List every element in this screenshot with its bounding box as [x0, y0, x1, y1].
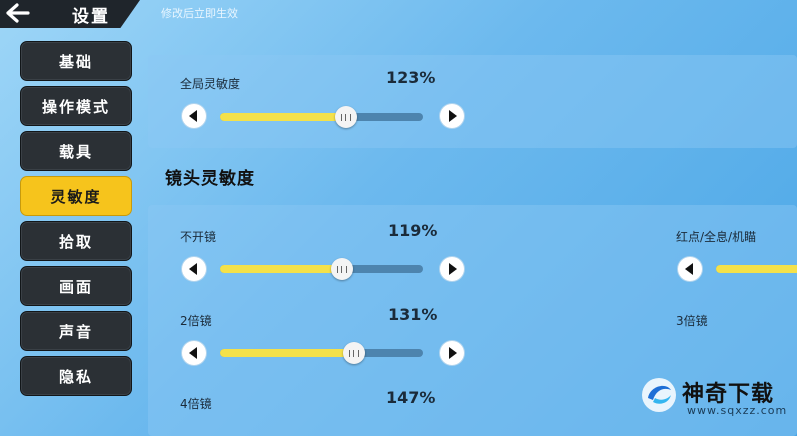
slider-fill [716, 265, 797, 273]
scope-2x-value: 131% [388, 305, 438, 324]
scope-2x-label: 2倍镜 [180, 314, 212, 328]
global-sensitivity-label: 全局灵敏度 [180, 77, 241, 91]
scope-2x-slider[interactable] [220, 342, 423, 364]
slider-fill [220, 349, 354, 357]
grip-icon [337, 265, 347, 273]
camera-section-title: 镜头灵敏度 [165, 169, 255, 189]
sidebar-item-vehicle[interactable]: 载具 [20, 131, 132, 171]
scope-4x-value: 147% [386, 388, 436, 407]
scope-2x-increase-button[interactable] [440, 341, 464, 365]
no-scope-value: 119% [388, 221, 438, 240]
grip-icon [341, 113, 351, 121]
scope-3x-label: 3倍镜 [676, 314, 708, 328]
no-scope-slider[interactable] [220, 258, 423, 280]
global-sensitivity-panel [148, 55, 797, 148]
chevron-right-icon [449, 110, 457, 122]
sidebar-item-basic[interactable]: 基础 [20, 41, 132, 81]
red-dot-slider[interactable] [716, 265, 797, 273]
chevron-right-icon [449, 347, 457, 359]
global-decrease-button[interactable] [182, 104, 206, 128]
notice-text: 修改后立即生效 [161, 7, 238, 20]
no-scope-decrease-button[interactable] [182, 257, 206, 281]
scope-4x-label: 4倍镜 [180, 397, 212, 411]
chevron-left-icon [685, 263, 693, 275]
global-increase-button[interactable] [440, 104, 464, 128]
scope-2x-decrease-button[interactable] [182, 341, 206, 365]
sidebar-item-label: 画面 [58, 277, 93, 296]
slider-fill [220, 113, 346, 121]
sidebar-item-sound[interactable]: 声音 [20, 311, 132, 351]
watermark-logo-icon [640, 376, 678, 414]
sidebar-item-label: 基础 [58, 52, 93, 71]
red-dot-label: 红点/全息/机瞄 [676, 230, 757, 244]
sidebar-item-label: 灵敏度 [50, 187, 102, 206]
sidebar-item-privacy[interactable]: 隐私 [20, 356, 132, 396]
chevron-right-icon [449, 263, 457, 275]
slider-handle[interactable] [331, 258, 353, 280]
chevron-left-icon [189, 263, 197, 275]
page-title: 设置 [72, 7, 110, 27]
sidebar-item-sensitivity[interactable]: 灵敏度 [20, 176, 132, 216]
watermark: 神奇下载 www.sqxzz.com [640, 372, 797, 436]
grip-icon [349, 349, 359, 357]
no-scope-label: 不开镜 [180, 230, 217, 244]
arrow-left-icon[interactable] [4, 0, 32, 26]
chevron-left-icon [189, 347, 197, 359]
sidebar-item-label: 拾取 [58, 232, 93, 251]
slider-handle[interactable] [335, 106, 357, 128]
watermark-url: www.sqxzz.com [687, 404, 788, 417]
no-scope-increase-button[interactable] [440, 257, 464, 281]
sidebar-item-label: 载具 [58, 142, 93, 161]
red-dot-decrease-button[interactable] [678, 257, 702, 281]
global-sensitivity-slider[interactable] [220, 106, 423, 128]
sidebar-item-label: 隐私 [58, 367, 93, 386]
chevron-left-icon [189, 110, 197, 122]
sidebar-item-label: 声音 [58, 322, 93, 341]
slider-handle[interactable] [343, 342, 365, 364]
sidebar-item-control-mode[interactable]: 操作模式 [20, 86, 132, 126]
sidebar-item-pickup[interactable]: 拾取 [20, 221, 132, 261]
sidebar-item-graphics[interactable]: 画面 [20, 266, 132, 306]
slider-fill [220, 265, 342, 273]
global-sensitivity-value: 123% [386, 68, 436, 87]
sidebar-item-label: 操作模式 [41, 97, 110, 116]
